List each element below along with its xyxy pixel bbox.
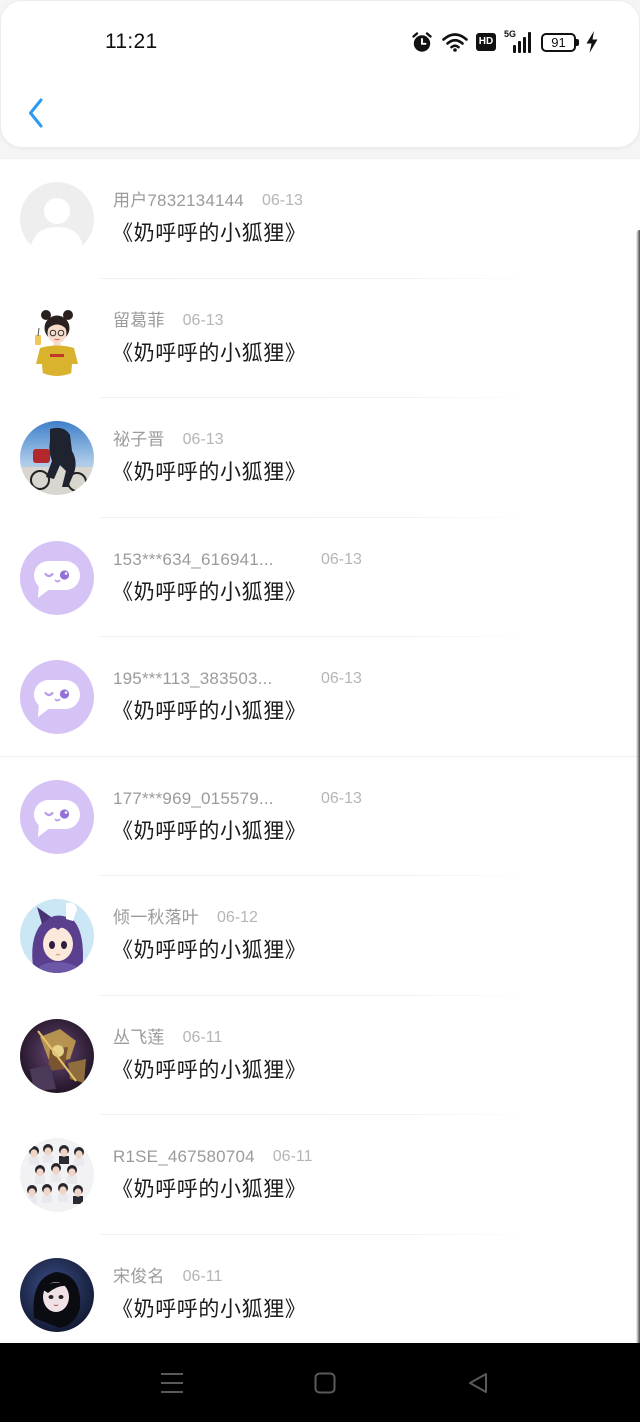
work-title[interactable]: 《奶呼呼的小狐狸》 [112,220,306,246]
username[interactable]: 宋俊名 [113,1266,165,1288]
wifi-icon [442,33,468,52]
comment-row[interactable]: 留葛菲 06-13 《奶呼呼的小狐狸》 [0,279,640,398]
comment-row[interactable]: 宋俊名 06-11 《奶呼呼的小狐狸》 [0,1235,640,1354]
cartoon-girl-avatar[interactable] [20,301,94,376]
status-time: 11:21 [105,30,158,53]
chat-bubble-avatar[interactable] [20,779,94,854]
comment-meta: 留葛菲 06-13 [113,310,224,332]
work-title[interactable]: 《奶呼呼的小狐狸》 [112,1296,306,1322]
menu-button[interactable] [152,1365,192,1401]
comment-row[interactable]: 祕子晋 06-13 《奶呼呼的小狐狸》 [0,398,640,518]
username[interactable]: 祕子晋 [113,429,165,451]
comment-date: 06-13 [321,789,362,807]
work-title[interactable]: 《奶呼呼的小狐狸》 [112,1057,306,1083]
network-type-label: 5G [504,29,517,39]
comment-meta: 倾一秋落叶 06-12 [113,907,258,929]
default-avatar[interactable] [20,182,94,256]
username[interactable]: 195***113_383503... [113,668,303,690]
comment-date: 06-12 [217,909,258,926]
username[interactable]: 153***634_616941... [113,549,303,571]
username[interactable]: 用户7832134144 [113,190,244,212]
chat-bubble-avatar[interactable] [20,540,94,615]
username[interactable]: 留葛菲 [113,310,165,332]
comment-meta: 丛飞莲 06-11 [113,1027,222,1049]
comment-meta: 177***969_015579... 06-13 [113,788,362,810]
work-title[interactable]: 《奶呼呼的小狐狸》 [112,459,306,485]
5g-signal-icon: 5G [504,30,532,53]
comment-date: 06-13 [261,192,303,209]
charging-icon [586,31,598,53]
username[interactable]: 177***969_015579... [113,788,303,810]
work-title[interactable]: 《奶呼呼的小狐狸》 [112,818,306,844]
chat-bubble-avatar[interactable] [20,660,94,734]
work-title[interactable]: 《奶呼呼的小狐狸》 [112,698,306,724]
comment-row[interactable]: 153***634_616941... 06-13 《奶呼呼的小狐狸》 [0,518,640,637]
username[interactable]: 丛飞莲 [113,1027,165,1049]
navigation-bar [0,1343,640,1422]
home-button[interactable] [305,1365,345,1401]
comment-date: 06-11 [182,1267,223,1285]
comment-date: 06-13 [321,670,362,687]
cyclist-photo-avatar[interactable] [20,421,94,495]
comment-date: 06-13 [182,311,224,329]
dark-portrait-avatar[interactable] [20,1257,94,1332]
comment-list-page: 11:21 HD 5G 91 用户7832134144 06-13 《奶呼呼的小… [0,0,640,1422]
chevron-left-icon [29,98,43,128]
work-title[interactable]: 《奶呼呼的小狐狸》 [112,579,306,605]
comment-row[interactable]: 177***969_015579... 06-13 《奶呼呼的小狐狸》 [0,757,640,876]
comment-date: 06-11 [182,1028,223,1046]
anime-girl-avatar[interactable] [20,899,94,973]
header: 11:21 HD 5G 91 [0,0,640,148]
username[interactable]: R1SE_467580704 [113,1146,255,1168]
comment-meta: 宋俊名 06-11 [113,1266,222,1288]
comment-row[interactable]: 用户7832134144 06-13 《奶呼呼的小狐狸》 [0,159,640,279]
menu-icon [161,1373,183,1393]
screen-edge [636,230,640,1343]
battery-icon: 91 [541,33,576,52]
battery-nub [576,39,579,46]
work-title[interactable]: 《奶呼呼的小狐狸》 [112,340,306,366]
comment-meta: 祕子晋 06-13 [113,429,224,451]
hd-icon: HD [476,33,496,51]
comment-row[interactable]: R1SE_467580704 06-11 《奶呼呼的小狐狸》 [0,1115,640,1235]
work-title[interactable]: 《奶呼呼的小狐狸》 [112,1176,306,1202]
comment-meta: 用户7832134144 06-13 [113,190,303,212]
comment-date: 06-13 [321,550,362,568]
comment-row[interactable]: 195***113_383503... 06-13 《奶呼呼的小狐狸》 [0,637,640,757]
username[interactable]: 倾一秋落叶 [113,907,199,929]
comment-row[interactable]: 丛飞莲 06-11 《奶呼呼的小狐狸》 [0,996,640,1115]
comment-date: 06-11 [272,1148,313,1165]
comment-list: 用户7832134144 06-13 《奶呼呼的小狐狸》 留葛菲 06-13 《… [0,158,640,1354]
comment-row[interactable]: 倾一秋落叶 06-12 《奶呼呼的小狐狸》 [0,876,640,996]
comment-date: 06-13 [182,431,224,448]
back-button[interactable] [19,91,53,135]
comment-meta: R1SE_467580704 06-11 [113,1146,313,1168]
group-photo-avatar[interactable] [20,1138,94,1212]
back-icon [469,1373,487,1393]
home-icon [314,1372,336,1394]
comment-meta: 195***113_383503... 06-13 [113,668,362,690]
comment-meta: 153***634_616941... 06-13 [113,549,362,571]
work-title[interactable]: 《奶呼呼的小狐狸》 [112,937,306,963]
game-art-avatar[interactable] [20,1018,94,1093]
back-nav-button[interactable] [458,1365,498,1401]
alarm-icon [412,32,432,52]
